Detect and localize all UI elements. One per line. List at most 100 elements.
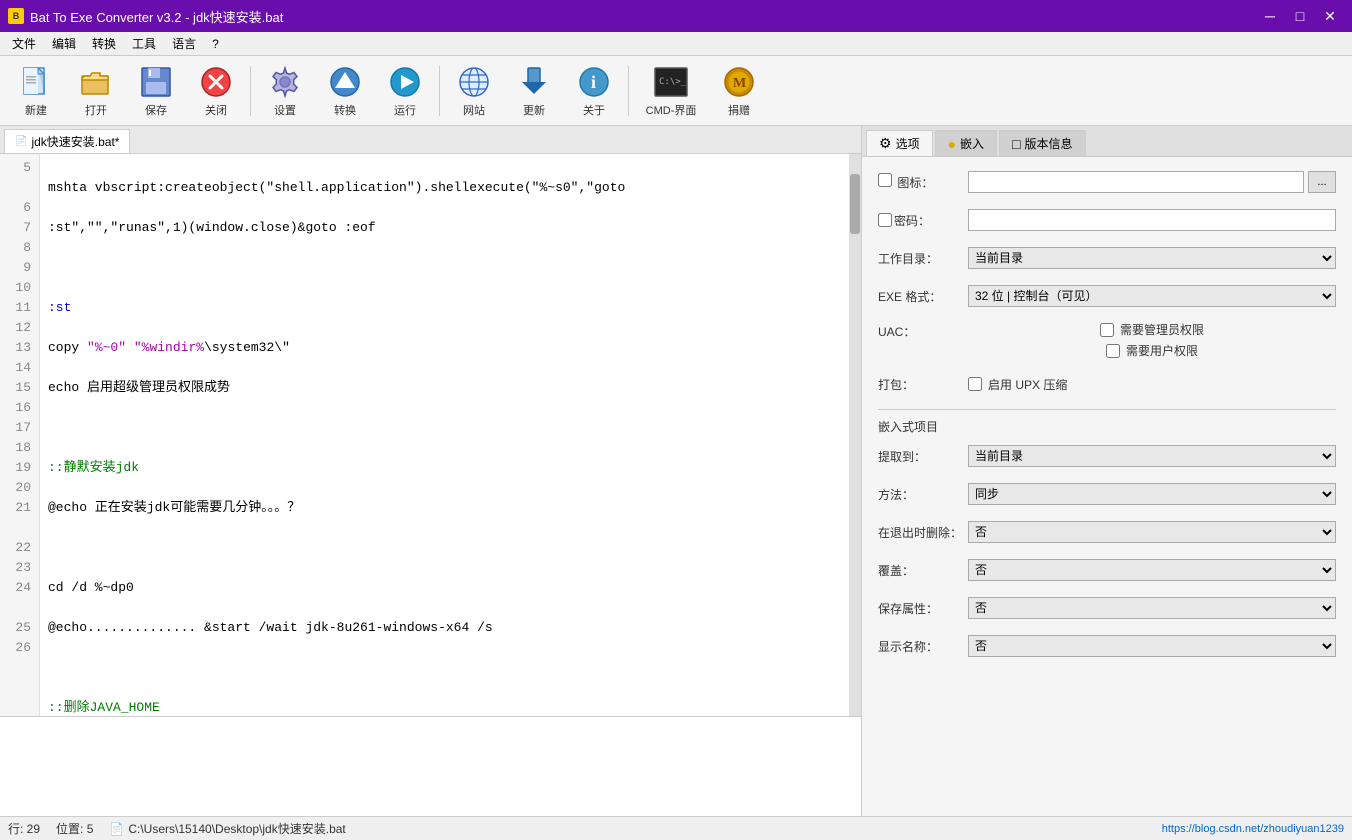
settings-button[interactable]: 设置 <box>257 61 313 121</box>
pack-label: 打包： <box>878 376 968 393</box>
uac-controls: 需要管理员权限 需要用户权限 <box>968 321 1336 359</box>
open-icon <box>78 64 114 100</box>
version-tab-label: 版本信息 <box>1025 135 1073 152</box>
exe-format-controls: 32 位 | 控制台（可见） 64 位 | 控制台（可见） 32 位 | GUI… <box>968 285 1336 307</box>
status-file-icon: 📄 <box>109 822 124 836</box>
pack-upx-checkbox[interactable] <box>968 377 982 391</box>
website-button[interactable]: 网站 <box>446 61 502 121</box>
method-select[interactable]: 同步 异步 <box>968 483 1336 505</box>
code-line: :st","","runas",1)(window.close)&goto :e… <box>48 218 841 238</box>
about-button[interactable]: i 关于 <box>566 61 622 121</box>
password-input[interactable] <box>968 209 1336 231</box>
minimize-button[interactable]: ─ <box>1256 5 1284 27</box>
main-area: 📄 jdk快速安装.bat* 5 6 7 8 9 10 11 12 13 <box>0 126 1352 816</box>
menu-help[interactable]: ? <box>204 35 227 53</box>
exe-format-label: EXE 格式： <box>878 288 968 305</box>
run-button[interactable]: 运行 <box>377 61 433 121</box>
scrollbar-thumb[interactable] <box>850 174 860 234</box>
donate-button[interactable]: M 捐赠 <box>711 61 767 121</box>
right-panel: ⚙ 选项 ● 嵌入 □ 版本信息 图标： ... <box>862 126 1352 816</box>
version-tab-icon: □ <box>1012 136 1020 152</box>
close-button[interactable]: ✕ <box>1316 5 1344 27</box>
save-attr-row: 保存属性： 否 是 <box>878 595 1336 621</box>
cmd-label: CMD-界面 <box>646 102 697 118</box>
website-label: 网站 <box>463 102 485 118</box>
save-attr-select[interactable]: 否 是 <box>968 597 1336 619</box>
options-panel: 图标： ... 密码： 工作目录： <box>862 157 1352 816</box>
status-path: C:\Users\15140\Desktop\jdk快速安装.bat <box>128 820 345 837</box>
about-icon: i <box>576 64 612 100</box>
code-area[interactable]: 5 6 7 8 9 10 11 12 13 14 15 16 17 18 19 <box>0 154 861 716</box>
menu-tools[interactable]: 工具 <box>124 33 164 54</box>
new-button[interactable]: 新建 <box>8 61 64 121</box>
overwrite-select[interactable]: 否 是 <box>968 559 1336 581</box>
open-label: 打开 <box>85 102 107 118</box>
svg-text:M: M <box>733 76 746 91</box>
save-attr-controls: 否 是 <box>968 597 1336 619</box>
toolbar-sep-3 <box>628 66 629 116</box>
toolbar-sep-1 <box>250 66 251 116</box>
update-label: 更新 <box>523 102 545 118</box>
svg-text:i: i <box>591 72 596 92</box>
run-label: 运行 <box>394 102 416 118</box>
menu-file[interactable]: 文件 <box>4 33 44 54</box>
save-label: 保存 <box>145 102 167 118</box>
save-button[interactable]: 保存 <box>128 61 184 121</box>
show-name-controls: 否 是 <box>968 635 1336 657</box>
window-controls: ─ □ ✕ <box>1256 5 1344 27</box>
cmd-button[interactable]: C:\>_ CMD-界面 <box>635 61 707 121</box>
editor-tab[interactable]: 📄 jdk快速安装.bat* <box>4 129 130 153</box>
password-row: 密码： <box>878 207 1336 233</box>
editor-scrollbar[interactable] <box>849 154 861 716</box>
website-icon <box>456 64 492 100</box>
extract-to-select[interactable]: 当前目录 临时目录 <box>968 445 1336 467</box>
code-line: ::静默安装jdk <box>48 458 841 478</box>
update-button[interactable]: 更新 <box>506 61 562 121</box>
uac-admin-checkbox[interactable] <box>1100 323 1114 337</box>
options-tab-icon: ⚙ <box>879 135 892 152</box>
tab-file-icon: 📄 <box>15 136 27 147</box>
about-label: 关于 <box>583 102 605 118</box>
status-website[interactable]: https://blog.csdn.net/zhoudiyuan1239 <box>1162 823 1344 835</box>
menu-edit[interactable]: 编辑 <box>44 33 84 54</box>
overwrite-row: 覆盖： 否 是 <box>878 557 1336 583</box>
icon-browse-button[interactable]: ... <box>1308 171 1336 193</box>
code-line <box>48 538 841 558</box>
icon-checkbox[interactable] <box>878 173 892 187</box>
editor-panel: 📄 jdk快速安装.bat* 5 6 7 8 9 10 11 12 13 <box>0 126 862 816</box>
show-name-select[interactable]: 否 是 <box>968 635 1336 657</box>
open-button[interactable]: 打开 <box>68 61 124 121</box>
uac-user-checkbox[interactable] <box>1106 344 1120 358</box>
menu-convert[interactable]: 转换 <box>84 33 124 54</box>
workdir-controls: 当前目录 临时目录 程序目录 <box>968 247 1336 269</box>
workdir-label: 工作目录： <box>878 250 968 267</box>
exe-format-select[interactable]: 32 位 | 控制台（可见） 64 位 | 控制台（可见） 32 位 | GUI… <box>968 285 1336 307</box>
convert-icon <box>327 64 363 100</box>
window-title: Bat To Exe Converter v3.2 - jdk快速安装.bat <box>30 7 283 26</box>
uac-row: UAC： 需要管理员权限 需要用户权限 <box>878 321 1336 359</box>
code-content[interactable]: mshta vbscript:createobject("shell.appli… <box>40 154 849 716</box>
embed-section-title: 嵌入式项目 <box>878 418 1336 435</box>
tab-label: jdk快速安装.bat* <box>31 133 119 150</box>
embed-tab-label: 嵌入 <box>960 135 984 152</box>
code-line: :st <box>48 298 841 318</box>
tab-embed[interactable]: ● 嵌入 <box>935 130 997 156</box>
show-name-row: 显示名称： 否 是 <box>878 633 1336 659</box>
delete-on-exit-select[interactable]: 否 是 <box>968 521 1336 543</box>
settings-label: 设置 <box>274 102 296 118</box>
menu-language[interactable]: 语言 <box>164 33 204 54</box>
convert-button[interactable]: 转换 <box>317 61 373 121</box>
show-name-label: 显示名称： <box>878 638 968 655</box>
empty-area <box>0 716 861 816</box>
tab-options[interactable]: ⚙ 选项 <box>866 130 933 156</box>
editor-wrapper[interactable]: 5 6 7 8 9 10 11 12 13 14 15 16 17 18 19 <box>0 154 861 716</box>
maximize-button[interactable]: □ <box>1286 5 1314 27</box>
overwrite-label: 覆盖： <box>878 562 968 579</box>
workdir-select[interactable]: 当前目录 临时目录 程序目录 <box>968 247 1336 269</box>
tab-version[interactable]: □ 版本信息 <box>999 130 1085 156</box>
code-line: ::删除JAVA_HOME <box>48 698 841 716</box>
overwrite-controls: 否 是 <box>968 559 1336 581</box>
close-file-button[interactable]: 关闭 <box>188 61 244 121</box>
icon-input[interactable] <box>968 171 1304 193</box>
password-checkbox[interactable] <box>878 213 892 227</box>
